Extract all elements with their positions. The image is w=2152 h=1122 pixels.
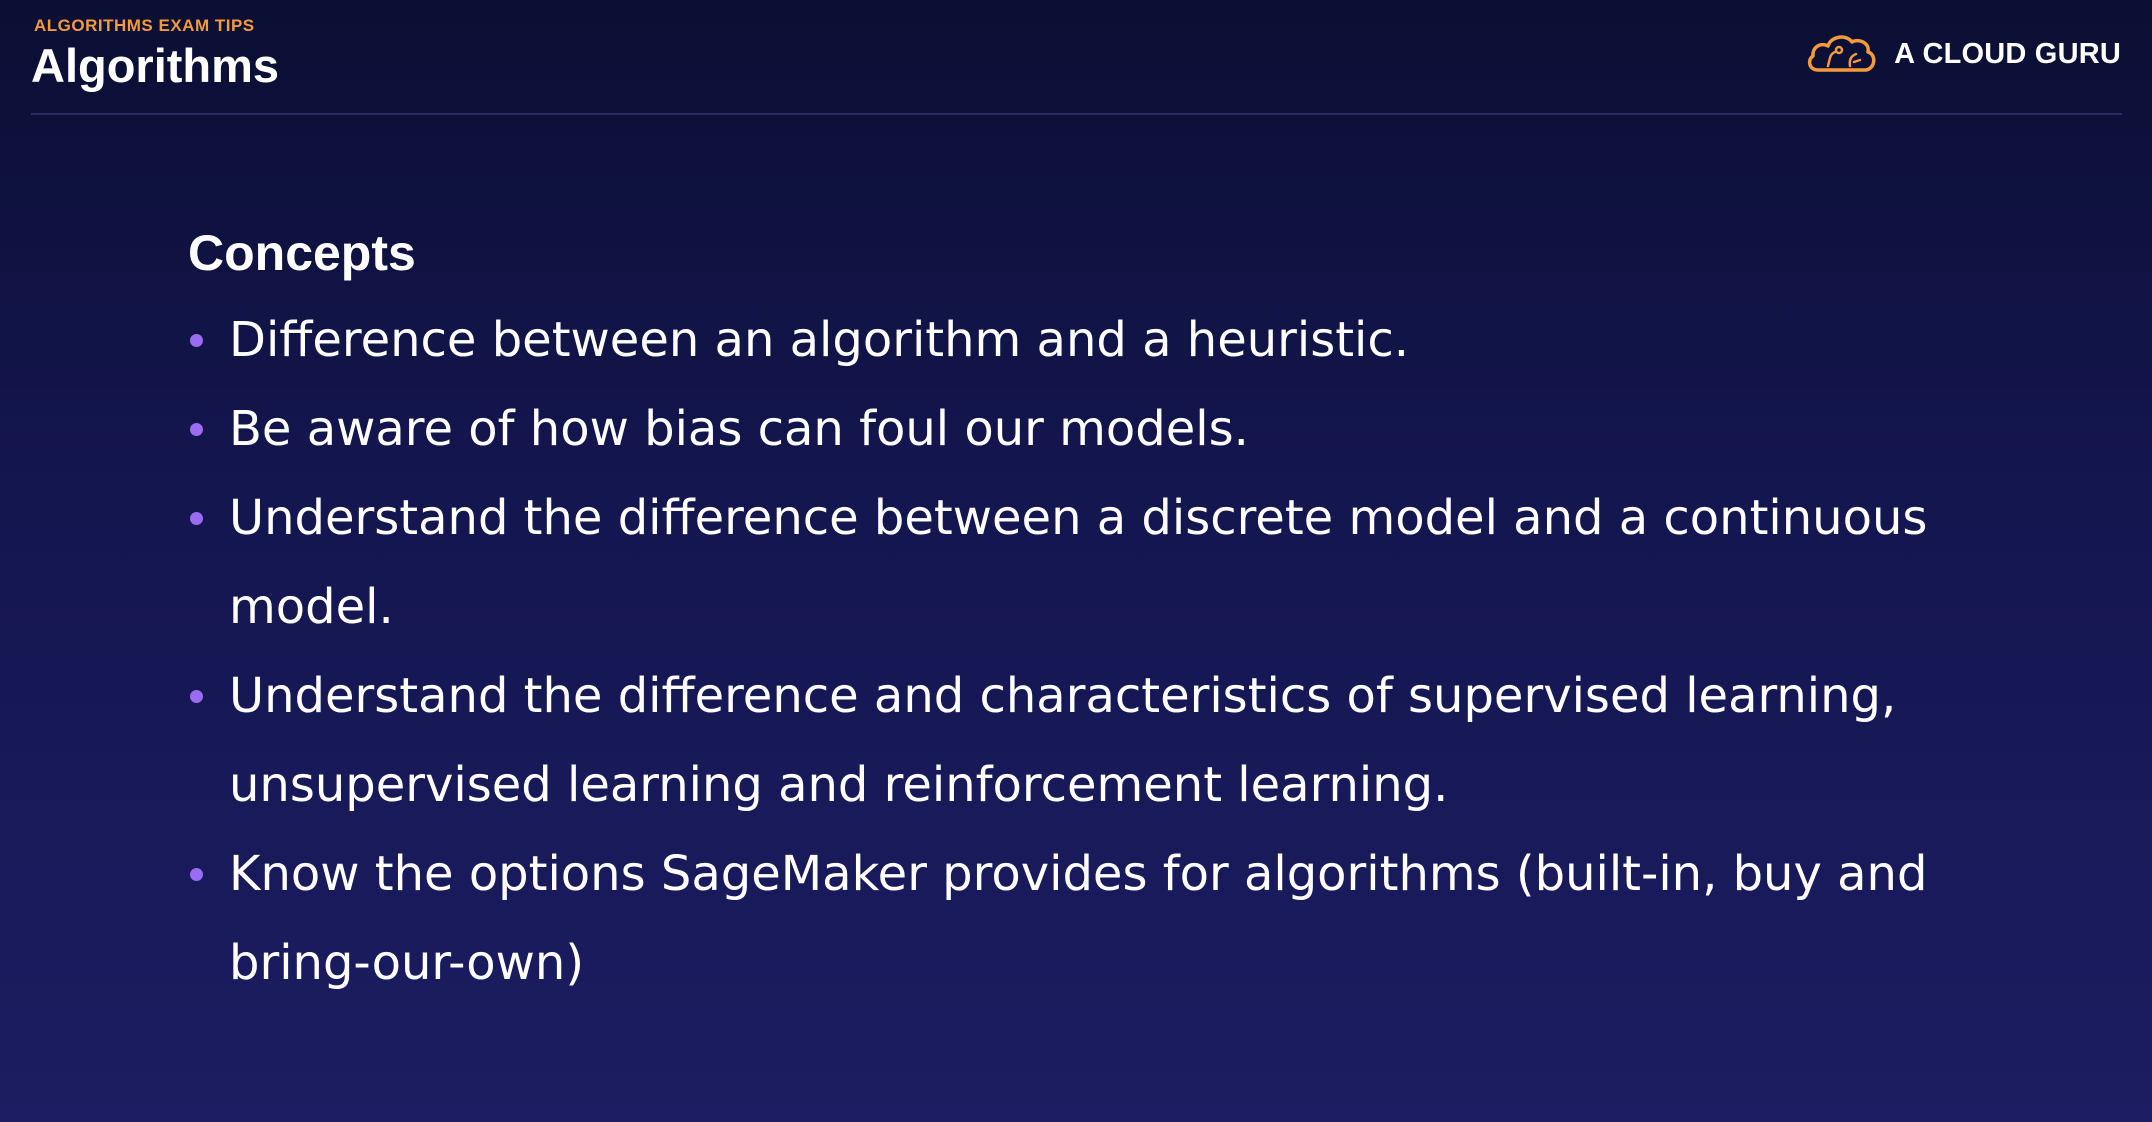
slide-header: ALGORITHMS EXAM TIPS Algorithms A CLOUD … [0, 0, 2152, 116]
bullet-dot [190, 512, 203, 525]
bullet-dot [190, 423, 203, 436]
bullet-item: Be aware of how bias can foul our models… [188, 385, 1968, 474]
cloud-icon [1807, 35, 1876, 72]
bullet-item: Understand the difference and characteri… [188, 652, 1968, 830]
section-heading: Concepts [188, 225, 416, 281]
bullet-list: Difference between an algorithm and a he… [188, 296, 1968, 1008]
brand-name: A CLOUD GURU [1894, 37, 2121, 70]
bullet-item: Difference between an algorithm and a he… [188, 296, 1968, 385]
brand-logo: A CLOUD GURU [1804, 28, 2121, 80]
bullet-text: Know the options SageMaker provides for … [229, 846, 1928, 991]
page-title: Algorithms [31, 39, 280, 92]
bullet-item: Know the options SageMaker provides for … [188, 830, 1968, 1008]
header-divider [31, 113, 2122, 115]
bullet-item: Understand the difference between a disc… [188, 474, 1968, 652]
bullet-text: Difference between an algorithm and a he… [229, 312, 1410, 368]
bullet-text: Be aware of how bias can foul our models… [229, 401, 1249, 457]
section-kicker: ALGORITHMS EXAM TIPS [34, 16, 255, 35]
bullet-text: Understand the difference between a disc… [229, 490, 1928, 635]
bullet-text: Understand the difference and characteri… [229, 668, 1897, 813]
bullet-dot [190, 334, 203, 347]
bullet-dot [190, 868, 203, 881]
bullet-dot [190, 690, 203, 703]
slide-content: Concepts Difference between an algorithm… [188, 218, 1968, 1008]
